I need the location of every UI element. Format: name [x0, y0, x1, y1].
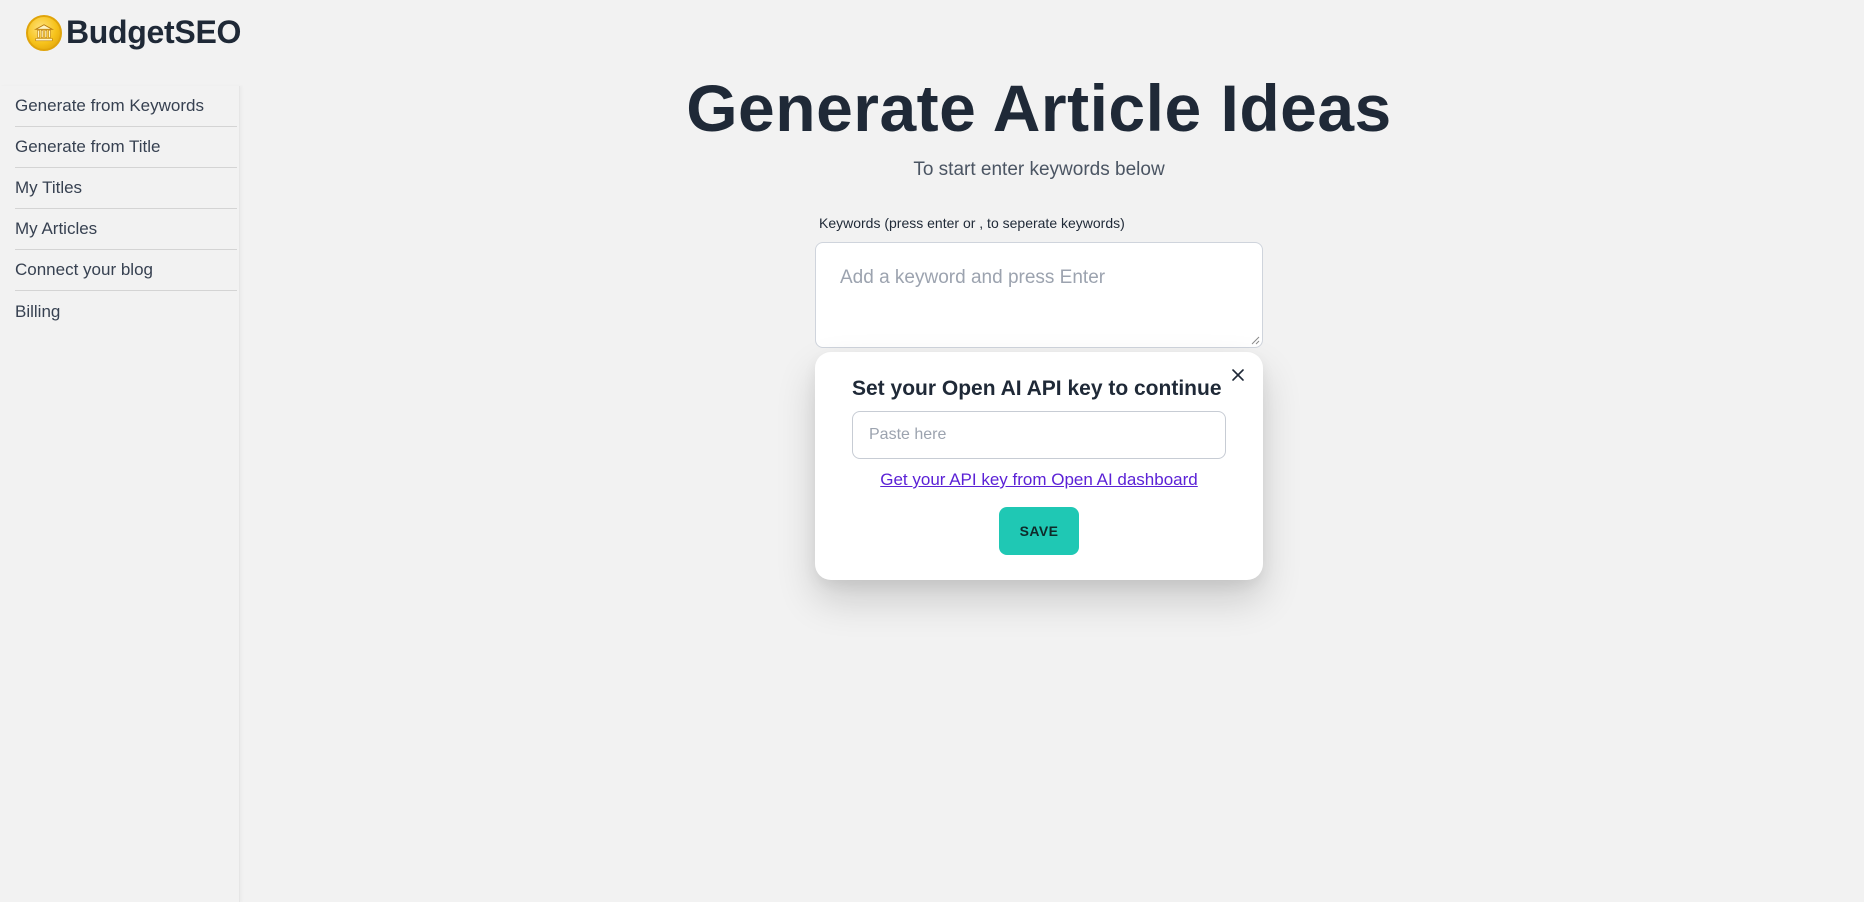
app-root: BudgetSEO Generate from Keywords Generat… [0, 0, 1864, 902]
brand-name: BudgetSEO [66, 14, 242, 50]
api-key-input[interactable] [852, 411, 1226, 459]
page-title: Generate Article Ideas [686, 71, 1392, 145]
keywords-placeholder: Add a keyword and press Enter [840, 267, 1106, 288]
close-icon[interactable] [1229, 366, 1247, 384]
api-key-modal: Set your Open AI API key to continue Get… [815, 352, 1263, 580]
modal-title: Set your Open AI API key to continue [852, 377, 1222, 400]
sidebar-item-connect-your-blog[interactable]: Connect your blog [15, 250, 237, 291]
sidebar: Generate from Keywords Generate from Tit… [0, 86, 240, 902]
sidebar-nav: Generate from Keywords Generate from Tit… [15, 86, 237, 332]
page-subtitle: To start enter keywords below [913, 159, 1165, 180]
main-content: Generate Article Ideas To start enter ke… [240, 0, 1864, 902]
sidebar-item-my-titles[interactable]: My Titles [15, 168, 237, 209]
save-button[interactable]: SAVE [999, 507, 1079, 555]
sidebar-item-billing[interactable]: Billing [15, 291, 237, 332]
resize-handle-icon[interactable] [1250, 335, 1260, 345]
keywords-label: Keywords (press enter or , to seperate k… [819, 215, 1125, 231]
keywords-input[interactable]: Add a keyword and press Enter [815, 242, 1263, 348]
sidebar-item-generate-from-title[interactable]: Generate from Title [15, 127, 237, 168]
sidebar-item-my-articles[interactable]: My Articles [15, 209, 237, 250]
sidebar-item-generate-from-keywords[interactable]: Generate from Keywords [15, 86, 237, 127]
coin-bank-icon [26, 14, 62, 51]
brand-logo[interactable]: BudgetSEO [26, 14, 241, 51]
api-key-dashboard-link[interactable]: Get your API key from Open AI dashboard [815, 470, 1263, 490]
